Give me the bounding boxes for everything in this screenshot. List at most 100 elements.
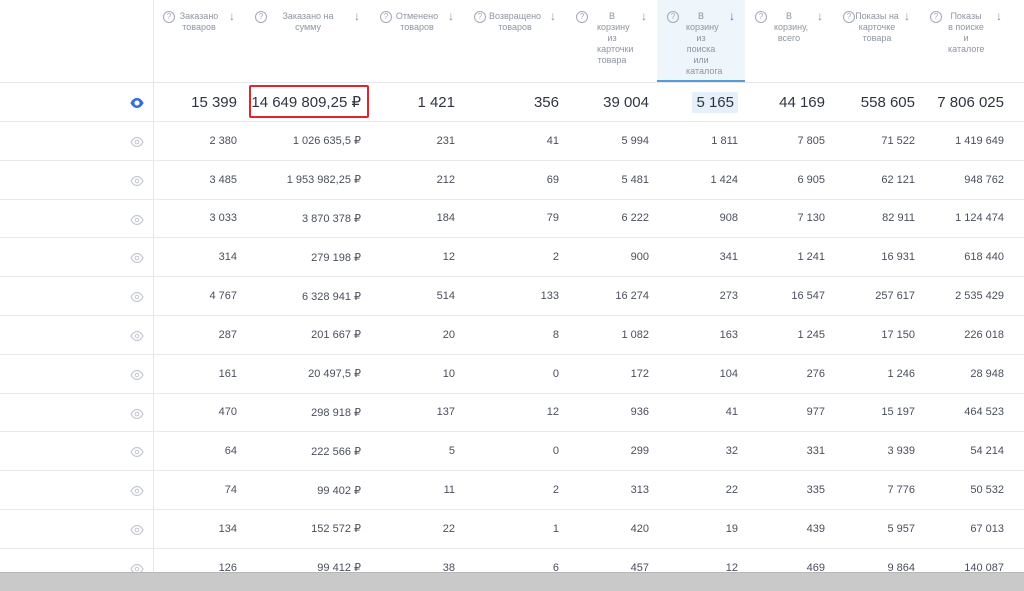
table-cell: 6 905: [745, 161, 825, 199]
cell-value: 0: [552, 445, 559, 458]
table-cell: 908: [657, 200, 738, 238]
arrow-down-icon[interactable]: ↓: [996, 9, 1002, 23]
cell-value: 137: [436, 406, 455, 419]
eye-icon[interactable]: [130, 445, 144, 458]
eye-icon[interactable]: [130, 213, 144, 225]
table-cell: 172: [566, 355, 649, 393]
cell-value: 1 026 635,5 ₽: [292, 135, 361, 148]
table-cell: 1 241: [745, 238, 825, 276]
row-label-cell: [0, 432, 154, 471]
cell-value: 222 566 ₽: [311, 445, 361, 458]
question-circle-icon[interactable]: ?: [930, 11, 942, 23]
column-header[interactable]: ? Показы в поиске и каталоге ↓: [920, 0, 1012, 82]
arrow-down-icon[interactable]: ↓: [448, 9, 454, 23]
cell-value: 163: [719, 328, 738, 341]
horizontal-scrollbar[interactable]: [0, 572, 1024, 591]
total-cell: 1 421: [370, 83, 455, 121]
row-label-cell: [0, 238, 154, 277]
cell-value: 356: [533, 93, 559, 111]
arrow-down-icon[interactable]: ↓: [729, 9, 735, 23]
question-circle-icon[interactable]: ?: [667, 11, 679, 23]
table-cell: 439: [745, 510, 825, 548]
question-circle-icon[interactable]: ?: [380, 11, 392, 23]
table-cell: 900: [566, 238, 649, 276]
cell-value: 22: [725, 484, 738, 497]
table-cell: 1 245: [745, 316, 825, 354]
arrow-down-icon[interactable]: ↓: [817, 9, 823, 23]
cell-value: 0: [552, 367, 559, 380]
column-header[interactable]: ? В корзину, всего ↓: [745, 0, 833, 82]
arrow-down-icon[interactable]: ↓: [904, 9, 910, 23]
arrow-down-icon[interactable]: ↓: [641, 9, 647, 23]
table-cell: 3 033: [153, 200, 237, 238]
table-cell: 948 762: [920, 161, 1004, 199]
eye-icon[interactable]: [130, 329, 144, 342]
question-circle-icon[interactable]: ?: [255, 11, 267, 23]
cell-value: 54 214: [970, 445, 1004, 458]
table-cell: 287: [153, 316, 237, 354]
stats-table: ? Заказано товаров ↓? Заказано на сумму ↓? От…: [0, 0, 1024, 588]
table-cell: 618 440: [920, 238, 1004, 276]
table-row: 2 380 1 026 635,5 ₽ 231 41 5 994 1 811 7 805 71…: [0, 122, 1024, 161]
column-header[interactable]: ? Показы на карточке товара ↓: [833, 0, 920, 82]
cell-value: 226 018: [964, 328, 1004, 341]
cell-value: 1 419 649: [955, 134, 1004, 147]
cell-value: 7 806 025: [937, 93, 1004, 111]
cell-value: 67 013: [970, 522, 1004, 535]
cell-value: 69: [546, 173, 559, 186]
table-row: 4 767 6 328 941 ₽ 514 133 16 274 273 16 547 257…: [0, 277, 1024, 316]
cell-value: 5 481: [621, 173, 649, 186]
arrow-down-icon[interactable]: ↓: [550, 9, 556, 23]
eye-icon[interactable]: [130, 368, 144, 380]
eye-icon[interactable]: [130, 135, 144, 148]
arrow-down-icon[interactable]: ↓: [354, 9, 360, 23]
cell-value: 1 424: [710, 173, 738, 186]
column-header[interactable]: ? В корзину из поиска или каталога ↓: [657, 0, 745, 82]
eye-icon[interactable]: [130, 290, 144, 303]
total-cell: 7 806 025: [920, 83, 1004, 121]
eye-icon[interactable]: [130, 96, 144, 109]
header-spacer: [0, 0, 154, 82]
question-circle-icon[interactable]: ?: [163, 11, 175, 23]
cell-value: 908: [719, 212, 738, 225]
eye-icon[interactable]: [130, 174, 144, 186]
table-row: 64 222 566 ₽ 5 0 299 32 331 3 939 54 214: [0, 432, 1024, 472]
eye-icon[interactable]: [130, 523, 144, 536]
row-label-cell: [0, 122, 154, 160]
table-cell: 1 953 982,25 ₽: [245, 161, 361, 199]
arrow-down-icon[interactable]: ↓: [229, 9, 235, 23]
row-label-cell: [0, 471, 154, 509]
table-cell: 12: [370, 238, 455, 276]
cell-value: 4 767: [209, 290, 237, 303]
cell-value: 6 328 941 ₽: [302, 290, 361, 303]
column-header[interactable]: ? Заказано товаров ↓: [153, 0, 245, 82]
table-cell: 82 911: [833, 200, 915, 238]
table-cell: 6 222: [566, 200, 649, 238]
eye-icon[interactable]: [130, 407, 144, 419]
column-header[interactable]: ? Заказано на сумму ↓: [245, 0, 370, 82]
table-cell: 420: [566, 510, 649, 548]
question-circle-icon[interactable]: ?: [576, 11, 588, 23]
cell-value: 470: [218, 406, 237, 419]
table-cell: 470: [153, 394, 237, 432]
table-cell: 298 918 ₽: [245, 394, 361, 432]
table-row: 314 279 198 ₽ 12 2 900 341 1 241 16 931 618 440: [0, 238, 1024, 278]
column-header[interactable]: ? В корзину из карточки товара ↓: [566, 0, 657, 82]
table-cell: 7 805: [745, 122, 825, 160]
total-cell: 356: [464, 83, 559, 121]
column-header[interactable]: ? Отменено товаров ↓: [370, 0, 464, 82]
total-cell: 44 169: [745, 83, 825, 121]
cell-value: 79: [546, 212, 559, 225]
eye-icon[interactable]: [130, 251, 144, 264]
question-circle-icon[interactable]: ?: [755, 11, 767, 23]
eye-icon[interactable]: [130, 484, 144, 497]
cell-value: 74: [224, 484, 237, 497]
cell-value: 201 667 ₽: [311, 329, 361, 342]
column-header[interactable]: ? Возвращено товаров ↓: [464, 0, 566, 82]
table-cell: 134: [153, 510, 237, 548]
cell-value: 2 380: [209, 134, 237, 147]
cell-value: 1 953 982,25 ₽: [286, 174, 361, 187]
column-header-label: Возвращено товаров: [488, 11, 542, 32]
cell-value: 977: [806, 406, 825, 419]
table-cell: 69: [464, 161, 559, 199]
